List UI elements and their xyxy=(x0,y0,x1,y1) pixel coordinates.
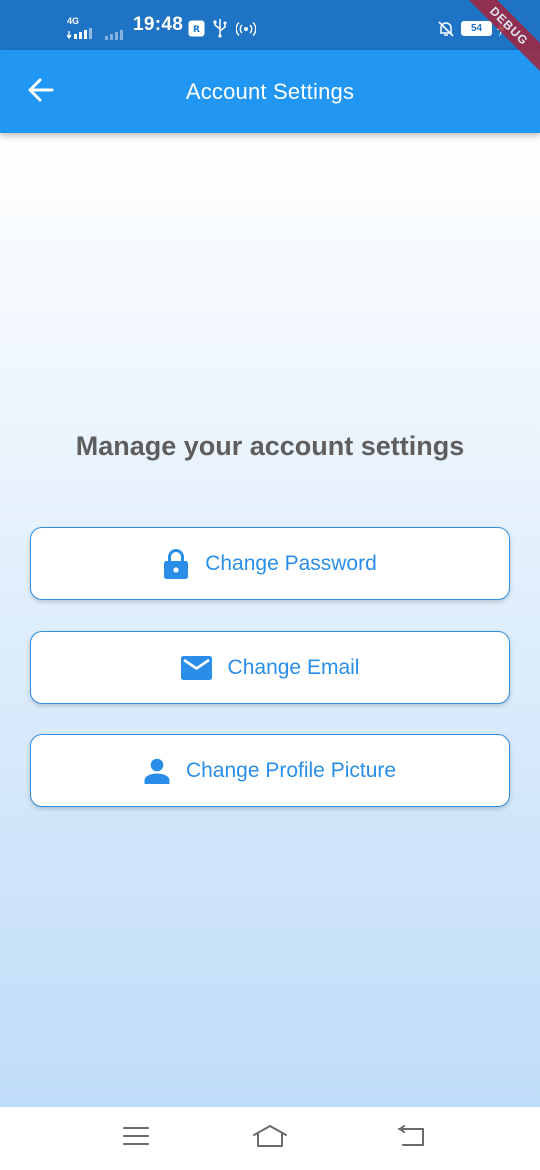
arrow-left-icon xyxy=(28,77,54,108)
back-button[interactable] xyxy=(24,75,58,109)
signal-bars-icon xyxy=(66,27,95,45)
usb-icon xyxy=(213,18,227,43)
menu-icon xyxy=(123,1126,149,1151)
clock: 19:48 xyxy=(133,14,184,35)
change-password-label: Change Password xyxy=(205,551,377,575)
notifications-off-icon xyxy=(437,20,455,43)
navigation-bar xyxy=(0,1107,540,1170)
lock-icon xyxy=(163,548,189,580)
battery-percentage: 54 xyxy=(470,23,483,34)
app-bar: Account Settings xyxy=(0,50,540,133)
network-type-label: 4G xyxy=(67,16,80,26)
hotspot-icon xyxy=(235,21,257,42)
battery-icon: 54 xyxy=(461,21,492,36)
signal-bars-weak-icon xyxy=(104,27,128,45)
nav-back-button[interactable] xyxy=(394,1123,430,1153)
change-email-label: Change Email xyxy=(227,655,360,679)
mail-icon xyxy=(180,655,212,680)
change-password-button[interactable]: Change Password xyxy=(30,527,510,600)
app-notification-icon: R xyxy=(188,20,205,42)
back-icon xyxy=(397,1124,427,1152)
screen: 4G 19:48 R 54 DEBUG Account Settings Man… xyxy=(0,0,540,1170)
settings-heading: Manage your account settings xyxy=(75,431,465,461)
change-profile-picture-button[interactable]: Change Profile Picture xyxy=(30,734,510,807)
nav-menu-button[interactable] xyxy=(118,1123,154,1153)
change-email-button[interactable]: Change Email xyxy=(30,631,510,704)
page-title: Account Settings xyxy=(185,78,355,104)
nav-home-button[interactable] xyxy=(252,1123,288,1153)
change-profile-picture-label: Change Profile Picture xyxy=(185,758,397,782)
home-icon xyxy=(252,1124,288,1153)
svg-text:R: R xyxy=(193,25,200,35)
content-area: Manage your account settings Change Pass… xyxy=(0,133,540,1107)
status-bar: 4G 19:48 R 54 DEBUG xyxy=(0,0,540,80)
person-icon xyxy=(144,758,170,784)
